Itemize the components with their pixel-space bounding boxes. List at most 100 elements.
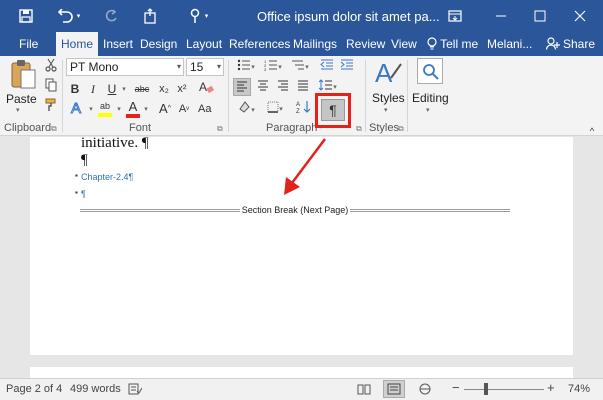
- document-area: initiative. ¶ ¶ ▪ Chapter-2.4¶ ▪ ¶ Secti…: [0, 137, 603, 378]
- tab-view[interactable]: View: [391, 32, 417, 56]
- decrease-indent-icon[interactable]: [318, 58, 336, 76]
- clear-formatting-icon[interactable]: A: [196, 80, 216, 98]
- font-name-value: PT Mono: [70, 60, 119, 74]
- align-right-button[interactable]: [274, 78, 292, 96]
- tab-home[interactable]: Home: [56, 32, 99, 56]
- align-left-button[interactable]: [233, 78, 251, 96]
- underline-button[interactable]: U: [106, 80, 118, 98]
- numbering-button[interactable]: 1 2 3 ▾: [260, 58, 286, 76]
- zoom-in-button[interactable]: +: [547, 380, 555, 395]
- subscript-button[interactable]: x₂: [156, 80, 172, 98]
- paragraph-group-label: Paragraph: [266, 122, 318, 134]
- tab-design[interactable]: Design: [140, 32, 177, 56]
- grow-font-button[interactable]: A^: [158, 100, 172, 118]
- styles-button[interactable]: A Styles ▾: [370, 58, 406, 120]
- tab-mailings[interactable]: Mailings: [293, 32, 337, 56]
- font-launcher-icon[interactable]: ⧉: [217, 124, 223, 134]
- page-count[interactable]: Page 2 of 4: [6, 383, 62, 395]
- section-break-marker[interactable]: Section Break (Next Page): [80, 205, 510, 215]
- tab-layout[interactable]: Layout: [186, 32, 222, 56]
- svg-text:A: A: [71, 100, 81, 116]
- highlight-color-swatch: [98, 113, 112, 117]
- redo-icon[interactable]: [100, 0, 122, 32]
- chevron-down-icon: ▾: [176, 62, 181, 71]
- styles-dropdown-icon: ▾: [384, 107, 388, 114]
- tab-review[interactable]: Review: [346, 32, 385, 56]
- font-name-combo[interactable]: PT Mono ▾: [66, 58, 184, 76]
- minimize-icon[interactable]: [483, 0, 519, 32]
- share-button[interactable]: Share: [545, 32, 595, 56]
- user-name[interactable]: Melani...: [487, 32, 532, 56]
- align-center-button[interactable]: [254, 78, 272, 96]
- font-color-dropdown-icon[interactable]: ▾: [142, 100, 150, 118]
- word-count[interactable]: 499 words: [70, 383, 121, 395]
- bold-button[interactable]: B: [68, 80, 82, 98]
- highlight-dropdown-icon[interactable]: ▾: [115, 100, 123, 118]
- shrink-font-button[interactable]: Av: [177, 100, 191, 118]
- superscript-button[interactable]: x²: [174, 80, 190, 98]
- save-icon[interactable]: [12, 0, 40, 32]
- bullets-button[interactable]: ▾: [233, 58, 259, 76]
- undo-icon[interactable]: ▾: [52, 0, 86, 32]
- title-bar: ▾ ▾ Office ipsum dolor sit amet pa...: [0, 0, 603, 32]
- font-group-label: Font: [129, 122, 152, 134]
- justify-button[interactable]: [294, 78, 312, 96]
- web-layout-icon[interactable]: [418, 383, 432, 398]
- italic-button[interactable]: I: [87, 80, 99, 98]
- list-bullet: ▪: [75, 188, 78, 197]
- editing-button[interactable]: Editing ▾: [410, 58, 450, 120]
- share-label: Share: [562, 37, 595, 51]
- ribbon-display-icon[interactable]: [437, 0, 473, 32]
- paste-button[interactable]: Paste ▾: [6, 58, 38, 116]
- svg-text:Z: Z: [296, 109, 300, 114]
- copy-icon[interactable]: [43, 78, 59, 96]
- highlight-button[interactable]: ab: [96, 100, 114, 118]
- svg-text:A: A: [199, 80, 207, 94]
- font-size-combo[interactable]: 15 ▾: [186, 58, 224, 76]
- print-layout-icon[interactable]: [383, 380, 405, 398]
- paragraph-launcher-icon[interactable]: ⧉: [356, 124, 362, 134]
- font-color-button[interactable]: A: [125, 100, 141, 118]
- cut-icon[interactable]: [43, 58, 59, 76]
- shading-button[interactable]: ▾: [233, 100, 259, 118]
- chevron-down-icon: ▾: [216, 62, 221, 71]
- tab-file[interactable]: File: [19, 32, 38, 56]
- multilevel-list-button[interactable]: ▾: [287, 58, 313, 76]
- font-color-swatch: [126, 114, 140, 118]
- sort-icon[interactable]: AZ: [293, 100, 315, 118]
- chapter-heading: Chapter-2.4¶: [81, 172, 134, 182]
- styles-launcher-icon[interactable]: ⧉: [398, 124, 404, 134]
- annotation-arrow-icon: [284, 138, 326, 195]
- underline-dropdown-icon[interactable]: ▾: [120, 80, 128, 98]
- close-icon[interactable]: [562, 0, 598, 32]
- zoom-level[interactable]: 74%: [568, 383, 590, 395]
- svg-text:Aa: Aa: [198, 103, 212, 113]
- ribbon-home: Paste ▾ Clipboard ⧉ PT Mono ▾ 15 ▾ B I U…: [0, 56, 603, 136]
- highlight-label: ab: [99, 101, 110, 111]
- person-icon: [545, 37, 563, 51]
- clipboard-launcher-icon[interactable]: ⧉: [51, 124, 57, 134]
- tab-insert[interactable]: Insert: [103, 32, 133, 56]
- text-effects-icon[interactable]: A: [68, 100, 86, 118]
- change-case-icon[interactable]: Aa: [196, 100, 216, 118]
- borders-button[interactable]: ▾: [262, 100, 288, 118]
- zoom-slider-thumb[interactable]: [484, 383, 488, 395]
- maximize-icon[interactable]: [522, 0, 558, 32]
- increase-indent-icon[interactable]: [338, 58, 356, 76]
- customize-icon[interactable]: ▾: [178, 0, 218, 32]
- proofing-icon[interactable]: [128, 383, 143, 398]
- vertical-scrollbar[interactable]: [589, 137, 603, 378]
- tab-references[interactable]: References: [229, 32, 290, 56]
- zoom-slider[interactable]: [464, 389, 544, 390]
- read-mode-icon[interactable]: [357, 383, 371, 398]
- strikethrough-button[interactable]: abc: [131, 80, 153, 98]
- callout-highlight-box: [315, 93, 351, 128]
- list-bullet: ▪: [75, 171, 78, 180]
- text-effects-dropdown-icon[interactable]: ▾: [87, 100, 95, 118]
- doc-empty-paragraph: ¶: [81, 152, 88, 168]
- tell-me-search[interactable]: Tell me: [427, 32, 478, 56]
- zoom-out-button[interactable]: −: [452, 380, 460, 395]
- touch-mode-icon[interactable]: [137, 0, 163, 32]
- document-next-page[interactable]: [30, 367, 573, 378]
- format-painter-icon[interactable]: [43, 98, 59, 116]
